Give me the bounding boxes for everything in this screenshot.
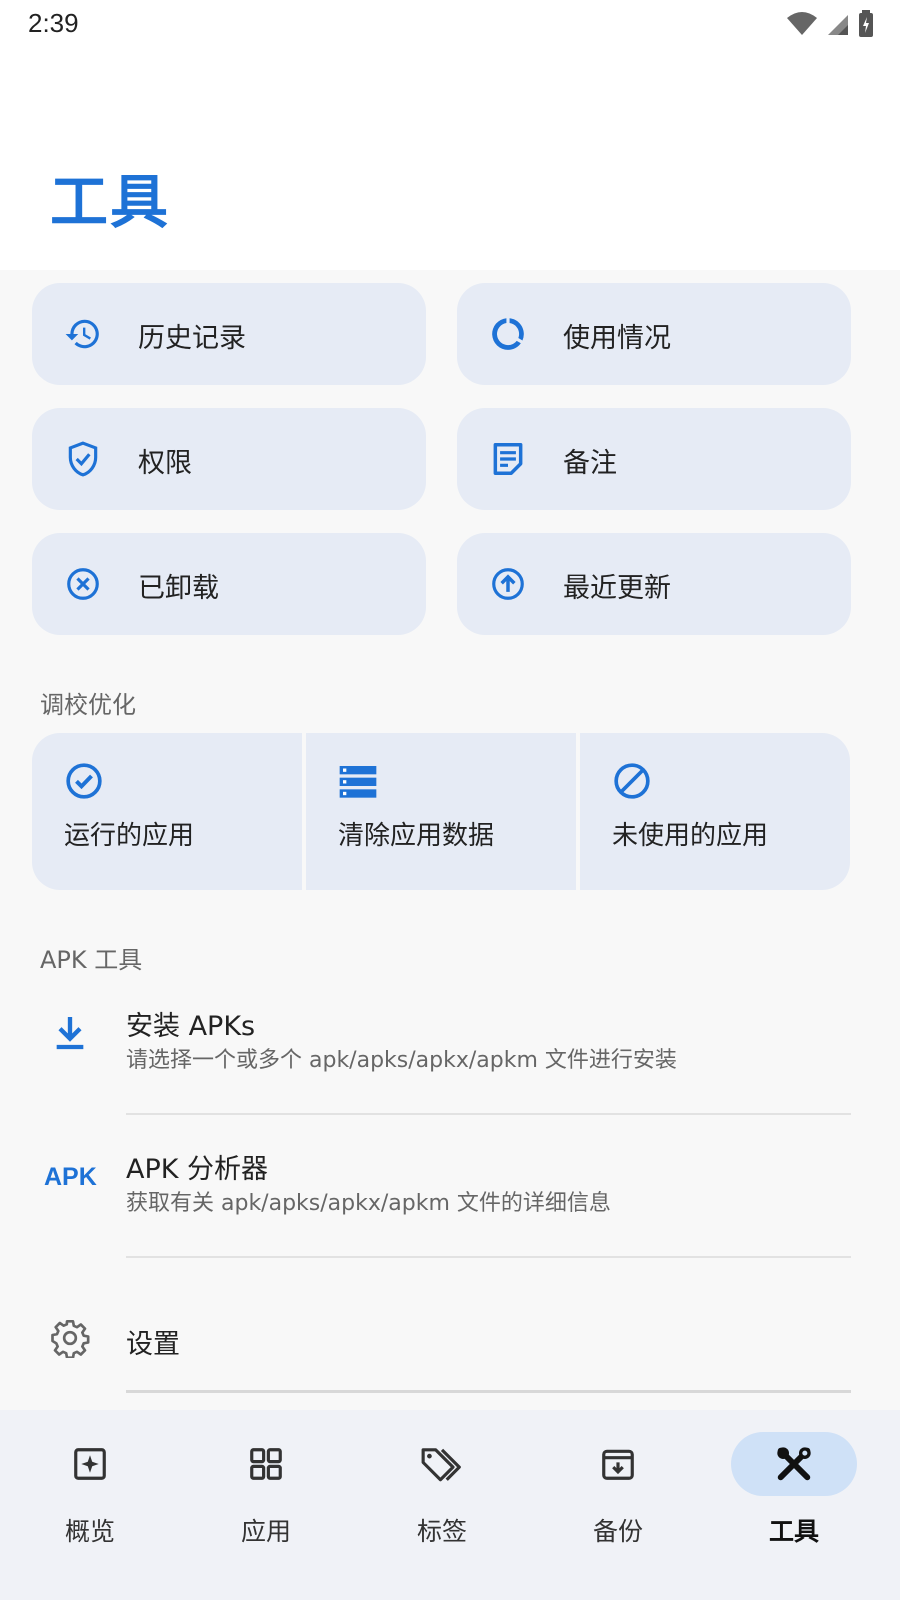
battery-icon bbox=[859, 10, 873, 37]
nav-apps[interactable]: 应用 bbox=[176, 1410, 356, 1600]
shield-check-icon bbox=[68, 441, 98, 477]
tools-icon bbox=[777, 1447, 811, 1481]
download-icon bbox=[56, 1017, 84, 1050]
optimize-section-title: 调校优化 bbox=[40, 691, 136, 719]
apps-grid-icon bbox=[250, 1448, 282, 1480]
notes-card[interactable]: 备注 bbox=[457, 408, 851, 510]
notes-label: 备注 bbox=[563, 448, 617, 479]
page-title: 工具 bbox=[50, 168, 171, 236]
check-circle-icon bbox=[66, 763, 102, 799]
overview-icon bbox=[74, 1448, 106, 1480]
nav-tools-label: 工具 bbox=[768, 1517, 819, 1546]
apk-analyzer-item[interactable]: APK APK 分析器 获取有关 apk/apks/apkx/apkm 文件的详… bbox=[0, 1135, 900, 1255]
nav-icon-container bbox=[555, 1432, 681, 1496]
nav-tools[interactable]: 工具 bbox=[704, 1410, 884, 1600]
nav-icon-container bbox=[731, 1432, 857, 1496]
nav-backup[interactable]: 备份 bbox=[528, 1410, 708, 1600]
usage-label: 使用情况 bbox=[563, 323, 671, 354]
uninstalled-card[interactable]: 已卸载 bbox=[32, 533, 426, 635]
cell-signal-icon bbox=[828, 15, 848, 35]
history-label: 历史记录 bbox=[138, 323, 246, 354]
nav-apps-label: 应用 bbox=[240, 1517, 291, 1546]
permissions-label: 权限 bbox=[138, 448, 192, 479]
bottom-nav: 概览 应用 标签 备份 工具 bbox=[0, 1410, 900, 1600]
block-icon bbox=[614, 763, 650, 799]
uninstalled-label: 已卸载 bbox=[138, 573, 219, 604]
nav-tags[interactable]: 标签 bbox=[352, 1410, 532, 1600]
install-apks-title: 安装 APKs bbox=[126, 1011, 256, 1042]
nav-overview-label: 概览 bbox=[64, 1517, 115, 1546]
status-time: 2:39 bbox=[28, 8, 79, 38]
apk-analyzer-title: APK 分析器 bbox=[126, 1154, 269, 1185]
tags-icon bbox=[421, 1448, 461, 1482]
unused-apps-card[interactable]: 未使用的应用 bbox=[580, 733, 850, 890]
divider bbox=[126, 1256, 851, 1258]
recent-updates-label: 最近更新 bbox=[563, 573, 671, 604]
permissions-card[interactable]: 权限 bbox=[32, 408, 426, 510]
divider bbox=[126, 1113, 851, 1115]
nav-icon-container bbox=[379, 1432, 505, 1496]
wifi-icon bbox=[787, 12, 817, 35]
apk-section-title: APK 工具 bbox=[40, 946, 143, 974]
status-bar: 2:39 bbox=[0, 0, 900, 50]
nav-backup-label: 备份 bbox=[592, 1517, 643, 1546]
tools-screen: 2:39 工具 历史记录 使用情况 权限 备注 已卸载 最近更新 调校优化 运行… bbox=[0, 0, 900, 1600]
settings-title: 设置 bbox=[126, 1329, 180, 1360]
install-apks-subtitle: 请选择一个或多个 apk/apks/apkx/apkm 文件进行安装 bbox=[126, 1048, 677, 1073]
recent-updates-card[interactable]: 最近更新 bbox=[457, 533, 851, 635]
header: 工具 bbox=[0, 50, 900, 270]
gear-icon bbox=[51, 1320, 90, 1358]
note-icon bbox=[493, 443, 523, 475]
nav-overview[interactable]: 概览 bbox=[0, 1410, 180, 1600]
nav-icon-container bbox=[27, 1432, 153, 1496]
status-icons bbox=[786, 10, 874, 38]
nav-icon-container bbox=[203, 1432, 329, 1496]
archive-icon bbox=[602, 1449, 634, 1480]
running-apps-label: 运行的应用 bbox=[64, 821, 195, 851]
storage-list-icon bbox=[339, 766, 377, 798]
unused-apps-label: 未使用的应用 bbox=[612, 821, 769, 851]
nav-tags-label: 标签 bbox=[416, 1517, 467, 1546]
divider bbox=[126, 1390, 851, 1393]
cancel-circle-icon bbox=[67, 568, 99, 600]
upload-circle-icon bbox=[492, 568, 524, 600]
history-icon bbox=[65, 319, 99, 349]
settings-item[interactable]: 设置 bbox=[0, 1290, 900, 1390]
data-usage-icon bbox=[492, 318, 524, 350]
usage-card[interactable]: 使用情况 bbox=[457, 283, 851, 385]
history-card[interactable]: 历史记录 bbox=[32, 283, 426, 385]
apk-text-icon: APK bbox=[44, 1163, 97, 1191]
apk-analyzer-subtitle: 获取有关 apk/apks/apkx/apkm 文件的详细信息 bbox=[126, 1191, 611, 1216]
clear-app-data-card[interactable]: 清除应用数据 bbox=[306, 733, 576, 890]
install-apks-item[interactable]: 安装 APKs 请选择一个或多个 apk/apks/apkx/apkm 文件进行… bbox=[0, 990, 900, 1115]
running-apps-card[interactable]: 运行的应用 bbox=[32, 733, 302, 890]
clear-app-data-label: 清除应用数据 bbox=[338, 821, 495, 851]
